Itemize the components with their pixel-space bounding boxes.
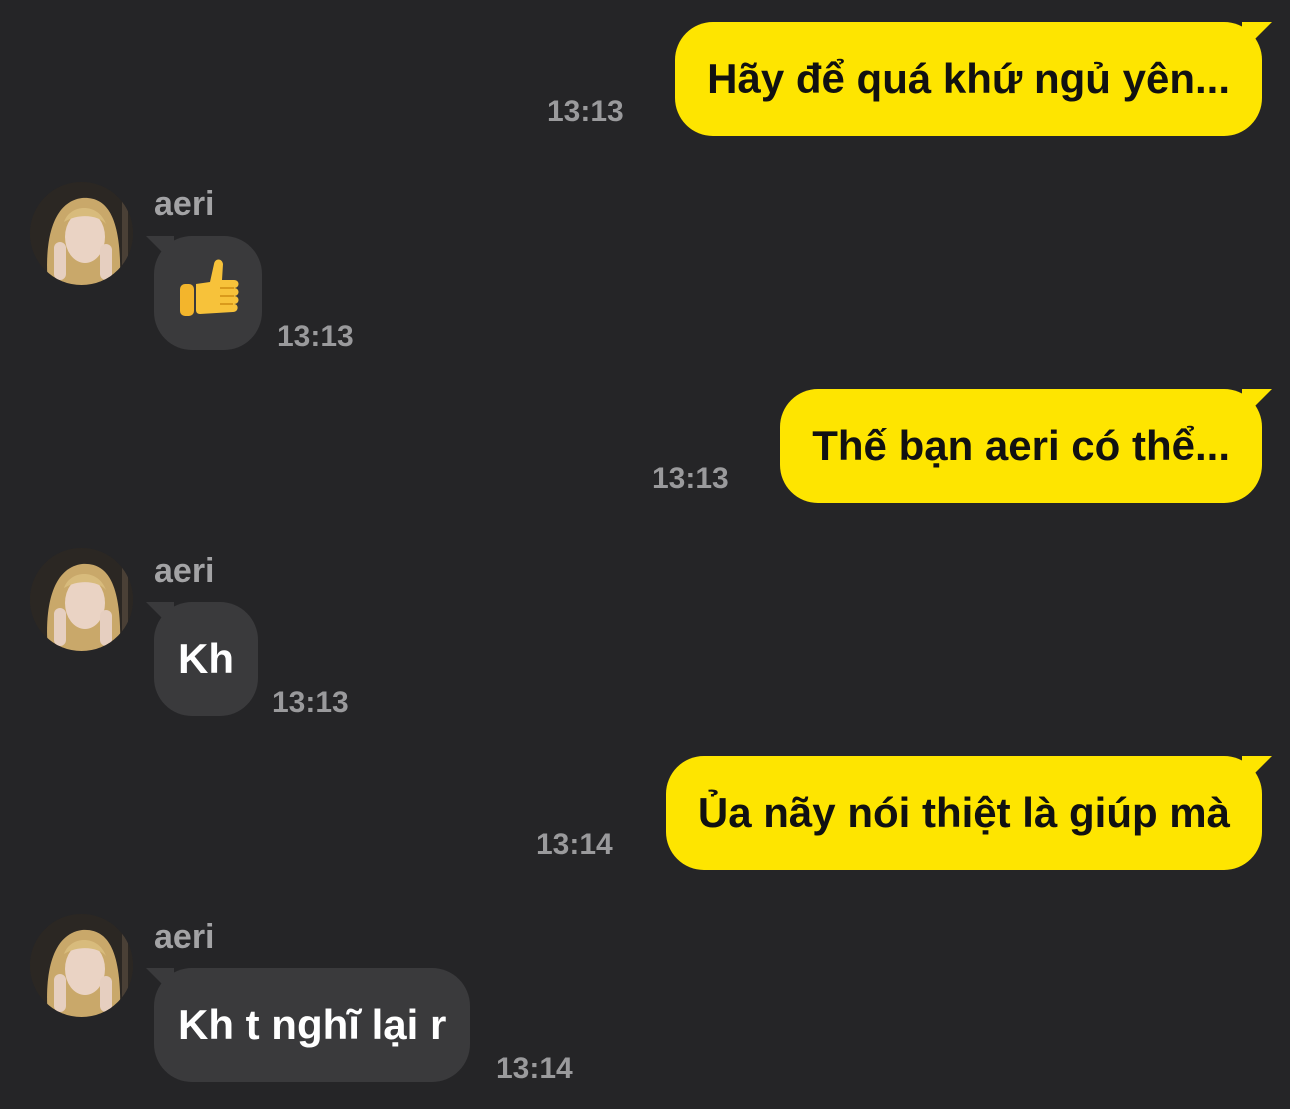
outgoing-message-bubble[interactable]: Hãy để quá khứ ngủ yên...: [675, 22, 1262, 136]
message-timestamp: 13:13: [272, 686, 349, 719]
sender-name: aeri: [154, 185, 215, 223]
incoming-message-bubble[interactable]: [154, 236, 262, 350]
message-text: Kh: [178, 635, 234, 682]
message-timestamp: 13:14: [496, 1052, 573, 1085]
chat-window: 13:13 Hãy để quá khứ ngủ yên... aeri 13:…: [0, 0, 1290, 1109]
message-text: Kh t nghĩ lại r: [178, 1001, 447, 1048]
message-text: Thế bạn aeri có thể...: [812, 422, 1230, 469]
message-timestamp: 13:14: [536, 828, 613, 861]
sender-name: aeri: [154, 918, 215, 956]
avatar-photo-icon: [30, 182, 133, 285]
sender-avatar[interactable]: [30, 182, 133, 285]
message-timestamp: 13:13: [277, 320, 354, 353]
sender-avatar[interactable]: [30, 914, 133, 1017]
message-text: Hãy để quá khứ ngủ yên...: [707, 55, 1230, 102]
outgoing-message-bubble[interactable]: Ủa nãy nói thiệt là giúp mà: [665, 756, 1262, 870]
incoming-message-bubble[interactable]: Kh: [154, 602, 258, 716]
sender-name: aeri: [154, 552, 215, 590]
message-timestamp: 13:13: [652, 462, 729, 495]
message-text: Ủa nãy nói thiệt là giúp mà: [697, 789, 1230, 836]
avatar-photo-icon: [30, 914, 133, 1017]
incoming-message-bubble[interactable]: Kh t nghĩ lại r: [154, 968, 471, 1082]
avatar-photo-icon: [30, 548, 133, 651]
message-timestamp: 13:13: [547, 95, 624, 128]
thumbs-up-icon: [180, 259, 239, 316]
outgoing-message-bubble[interactable]: Thế bạn aeri có thể...: [780, 389, 1262, 503]
sender-avatar[interactable]: [30, 548, 133, 651]
